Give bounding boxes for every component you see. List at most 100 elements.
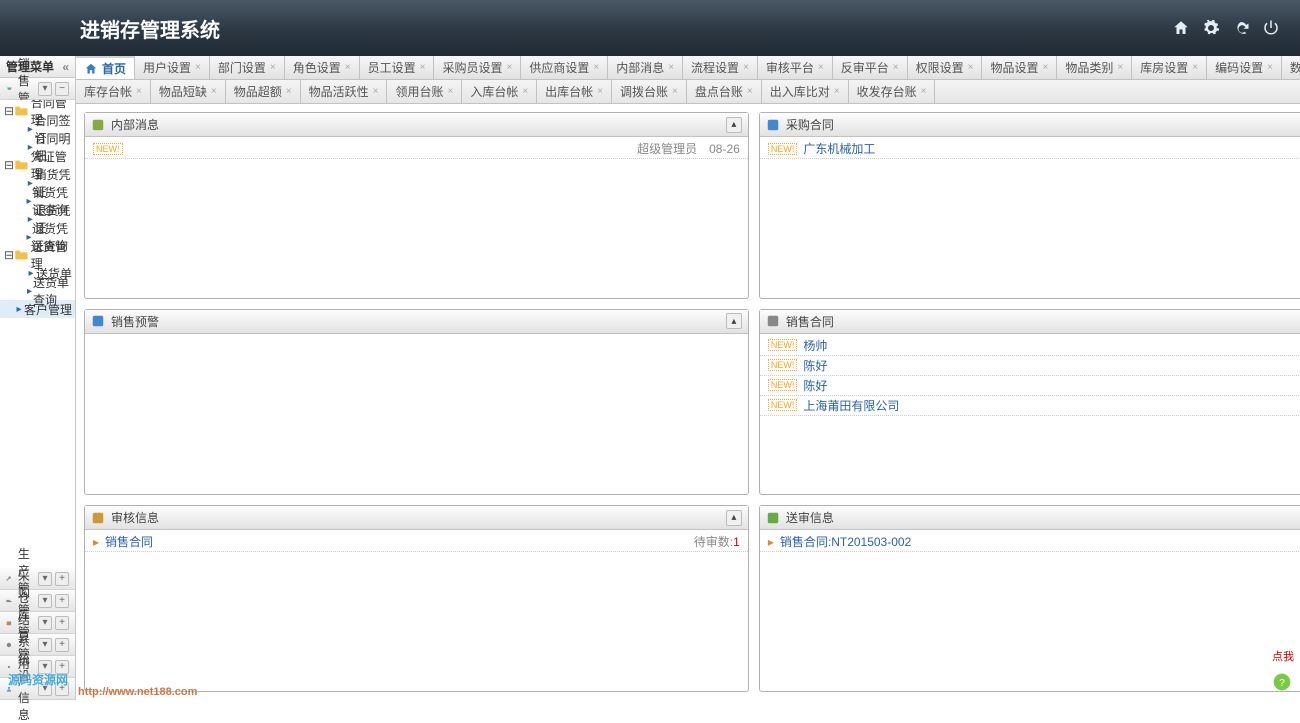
close-icon[interactable]: ×: [345, 62, 351, 73]
panel-title: 采购合同: [786, 116, 834, 133]
tab[interactable]: 供应商设置×: [521, 56, 608, 79]
item-link[interactable]: 陈好: [803, 357, 827, 374]
list-item[interactable]: NEW!广东机械加工正式管理员03-29: [760, 139, 1300, 159]
tab[interactable]: 物品超额×: [226, 80, 301, 103]
tab[interactable]: 物品短缺×: [151, 80, 226, 103]
collapse-icon[interactable]: ▴: [726, 117, 742, 133]
close-icon[interactable]: ×: [968, 62, 974, 73]
close-icon[interactable]: ×: [672, 86, 678, 97]
panel-sales_alert: 销售预警▴: [84, 309, 749, 496]
power-icon[interactable]: [1262, 19, 1280, 37]
list-item[interactable]: NEW!上海莆田有限公司内贸管理员03-29: [760, 396, 1300, 416]
close-icon[interactable]: ×: [818, 62, 824, 73]
list-item[interactable]: ▸销售合同:NT201503-002管理员通过: [760, 532, 1300, 552]
close-icon[interactable]: ×: [195, 62, 201, 73]
expand-icon[interactable]: ▾: [38, 82, 52, 96]
tab[interactable]: 流程设置×: [683, 56, 758, 79]
tab[interactable]: 用户设置×: [135, 56, 210, 79]
tab[interactable]: 物品设置×: [982, 56, 1057, 79]
panel-internal_msg: 内部消息▴NEW!超级管理员08-26: [84, 112, 749, 299]
tab[interactable]: 编码设置×: [1207, 56, 1282, 79]
tab[interactable]: 首页: [76, 56, 135, 79]
plus-icon[interactable]: +: [55, 572, 69, 586]
panel-header: 内部消息▴: [85, 113, 748, 137]
accordion-user[interactable]: 用户信息▾+: [0, 678, 75, 700]
list-item[interactable]: NEW!陈好内贸管理员03-29: [760, 356, 1300, 376]
tab[interactable]: 审核平台×: [758, 56, 833, 79]
close-icon[interactable]: ×: [921, 86, 927, 97]
close-icon[interactable]: ×: [593, 62, 599, 73]
close-icon[interactable]: ×: [373, 86, 379, 97]
close-icon[interactable]: ×: [420, 62, 426, 73]
svg-text:?: ?: [1279, 678, 1285, 689]
collapse-icon[interactable]: ▴: [726, 510, 742, 526]
panel-body: [85, 334, 748, 495]
close-icon[interactable]: ×: [211, 86, 217, 97]
item-link[interactable]: 销售合同:NT201503-002: [780, 533, 911, 550]
tab[interactable]: 角色设置×: [285, 56, 360, 79]
tab[interactable]: 采购员设置×: [434, 56, 521, 79]
cart-icon: [6, 82, 12, 96]
close-icon[interactable]: ×: [1267, 62, 1273, 73]
tree-item[interactable]: ▸ 客户管理: [0, 300, 75, 318]
tab[interactable]: 物品类别×: [1057, 56, 1132, 79]
close-icon[interactable]: ×: [286, 86, 292, 97]
item-link[interactable]: 广东机械加工: [803, 140, 875, 157]
list-item[interactable]: ▸销售合同待审数:1: [85, 532, 748, 552]
arrow-icon: ▸: [93, 535, 99, 549]
item-link[interactable]: 陈好: [803, 377, 827, 394]
tab[interactable]: 收发存台账×: [849, 80, 936, 103]
gear-icon[interactable]: [1202, 19, 1220, 37]
close-icon[interactable]: ×: [747, 86, 753, 97]
collapse-sidebar-icon[interactable]: «: [62, 60, 69, 74]
close-icon[interactable]: ×: [447, 86, 453, 97]
refresh-icon[interactable]: [1232, 19, 1250, 37]
list-item[interactable]: NEW!杨帅内贸管理员03-29: [760, 336, 1300, 356]
truck-icon: [766, 314, 780, 328]
item-link[interactable]: 上海莆田有限公司: [803, 397, 899, 414]
close-icon[interactable]: ×: [270, 62, 276, 73]
tab[interactable]: 员工设置×: [360, 56, 435, 79]
close-icon[interactable]: ×: [136, 86, 142, 97]
help-icon[interactable]: ?: [1272, 672, 1292, 692]
tab[interactable]: 内部消息×: [608, 56, 683, 79]
close-icon[interactable]: ×: [668, 62, 674, 73]
tab[interactable]: 出入库比对×: [762, 80, 849, 103]
tab[interactable]: 库房设置×: [1132, 56, 1207, 79]
tab[interactable]: 入库台帐×: [462, 80, 537, 103]
box-icon: [6, 616, 12, 630]
tab[interactable]: 权限设置×: [908, 56, 983, 79]
tab[interactable]: 盘点台账×: [687, 80, 762, 103]
close-icon[interactable]: ×: [522, 86, 528, 97]
close-icon[interactable]: ×: [597, 86, 603, 97]
tab[interactable]: 库存台帐×: [76, 80, 151, 103]
accordion-sales[interactable]: 销售管理 ▾−: [0, 78, 75, 100]
close-icon[interactable]: ×: [743, 62, 749, 73]
tab[interactable]: 领用台账×: [387, 80, 462, 103]
close-icon[interactable]: ×: [834, 86, 840, 97]
close-icon[interactable]: ×: [893, 62, 899, 73]
collapse-icon[interactable]: ▴: [726, 313, 742, 329]
home-icon[interactable]: [1172, 19, 1190, 37]
expand-icon[interactable]: ▾: [38, 572, 52, 586]
close-icon[interactable]: ×: [1117, 62, 1123, 73]
close-icon[interactable]: ×: [1043, 62, 1049, 73]
tab[interactable]: 数据字典×: [1282, 56, 1300, 79]
tabs-primary: 首页用户设置×部门设置×角色设置×员工设置×采购员设置×供应商设置×内部消息×流…: [76, 56, 1300, 80]
close-icon[interactable]: ×: [506, 62, 512, 73]
tree-leaf[interactable]: ▸ 送货单查询: [0, 282, 75, 300]
close-icon[interactable]: ×: [1192, 62, 1198, 73]
list-item[interactable]: NEW!超级管理员08-26: [85, 139, 748, 159]
panel-body: NEW!广东机械加工正式管理员03-29: [760, 137, 1300, 298]
tab[interactable]: 反审平台×: [833, 56, 908, 79]
tab[interactable]: 物品活跃性×: [301, 80, 388, 103]
tab[interactable]: 出库台帐×: [537, 80, 612, 103]
item-link[interactable]: 杨帅: [803, 337, 827, 354]
item-link[interactable]: 销售合同: [105, 533, 153, 550]
tab[interactable]: 部门设置×: [210, 56, 285, 79]
minus-icon[interactable]: −: [55, 82, 69, 96]
list-item[interactable]: NEW!陈好内贸管理员03-29: [760, 376, 1300, 396]
corner-button[interactable]: 点我: [1272, 648, 1294, 664]
tree-folder[interactable]: ⊟送货管理: [0, 246, 75, 264]
tab[interactable]: 调拨台账×: [612, 80, 687, 103]
